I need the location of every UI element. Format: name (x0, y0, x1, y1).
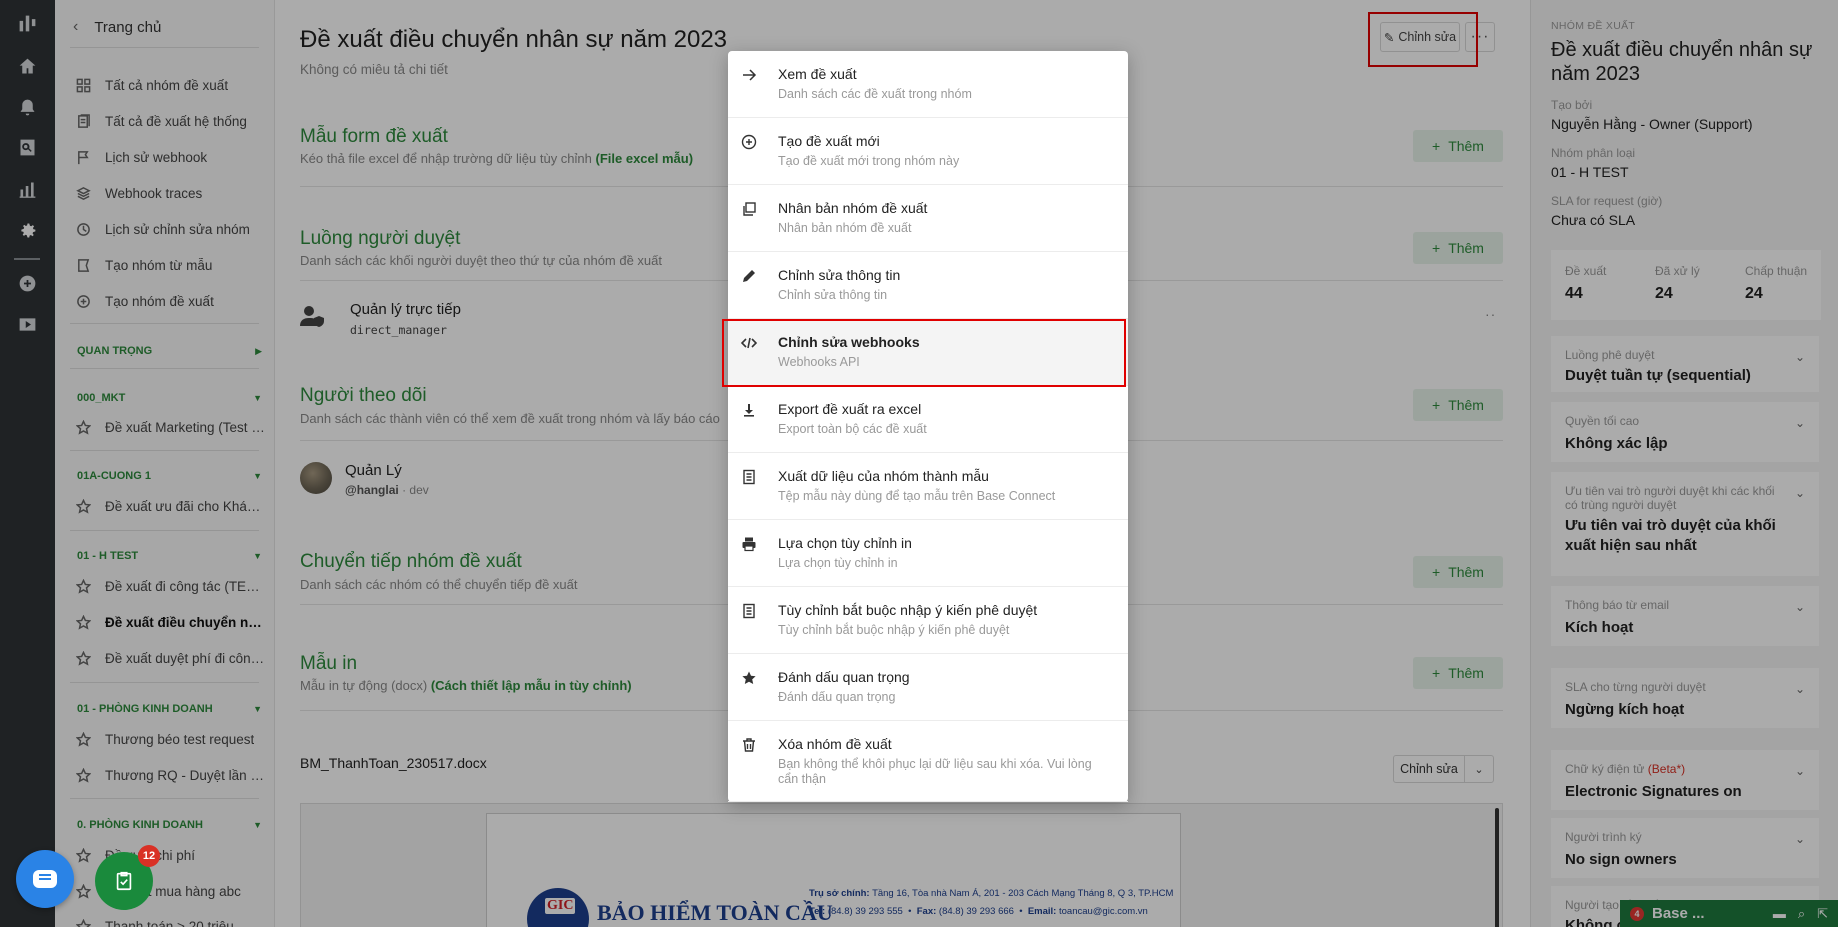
menu-item-mark-important[interactable]: Đánh dấu quan trọng Đánh dấu quan trọng (728, 654, 1128, 721)
arrow-right-icon (740, 66, 758, 84)
printer-icon (740, 535, 758, 553)
group-actions-menu: Xem đề xuất Danh sách các đề xuất trong … (722, 51, 1128, 802)
document-icon (740, 468, 758, 486)
chat-bubble-icon (33, 870, 57, 888)
pencil-icon (740, 267, 758, 285)
highlight-box-webhooks (722, 319, 1126, 387)
task-count-badge: 12 (138, 845, 160, 867)
menu-item-duplicate-group[interactable]: Nhân bản nhóm đề xuất Nhân bản nhóm đề x… (728, 185, 1128, 252)
menu-item-view-requests[interactable]: Xem đề xuất Danh sách các đề xuất trong … (728, 51, 1128, 118)
download-icon (740, 401, 758, 419)
menu-item-export-excel[interactable]: Export đề xuất ra excel Export toàn bộ c… (728, 386, 1128, 453)
clipboard-check-icon (116, 871, 132, 891)
plus-circle-icon (740, 133, 758, 151)
menu-item-require-comment[interactable]: Tùy chỉnh bắt buộc nhập ý kiến phê duyệt… (728, 587, 1128, 654)
menu-item-create-request[interactable]: Tạo đề xuất mới Tạo đề xuất mới trong nh… (728, 118, 1128, 185)
document-icon (740, 602, 758, 620)
menu-item-edit-info[interactable]: Chỉnh sửa thông tin Chỉnh sửa thông tin (728, 252, 1128, 319)
menu-item-delete-group[interactable]: Xóa nhóm đề xuất Bạn không thể khôi phục… (728, 721, 1128, 802)
menu-item-print-options[interactable]: Lựa chọn tùy chỉnh in Lựa chọn tùy chỉnh… (728, 520, 1128, 587)
trash-icon (740, 736, 758, 754)
chat-fab-button[interactable] (16, 850, 74, 908)
copy-icon (740, 200, 758, 218)
star-icon (740, 669, 758, 687)
menu-item-export-template[interactable]: Xuất dữ liệu của nhóm thành mẫu Tệp mẫu … (728, 453, 1128, 520)
